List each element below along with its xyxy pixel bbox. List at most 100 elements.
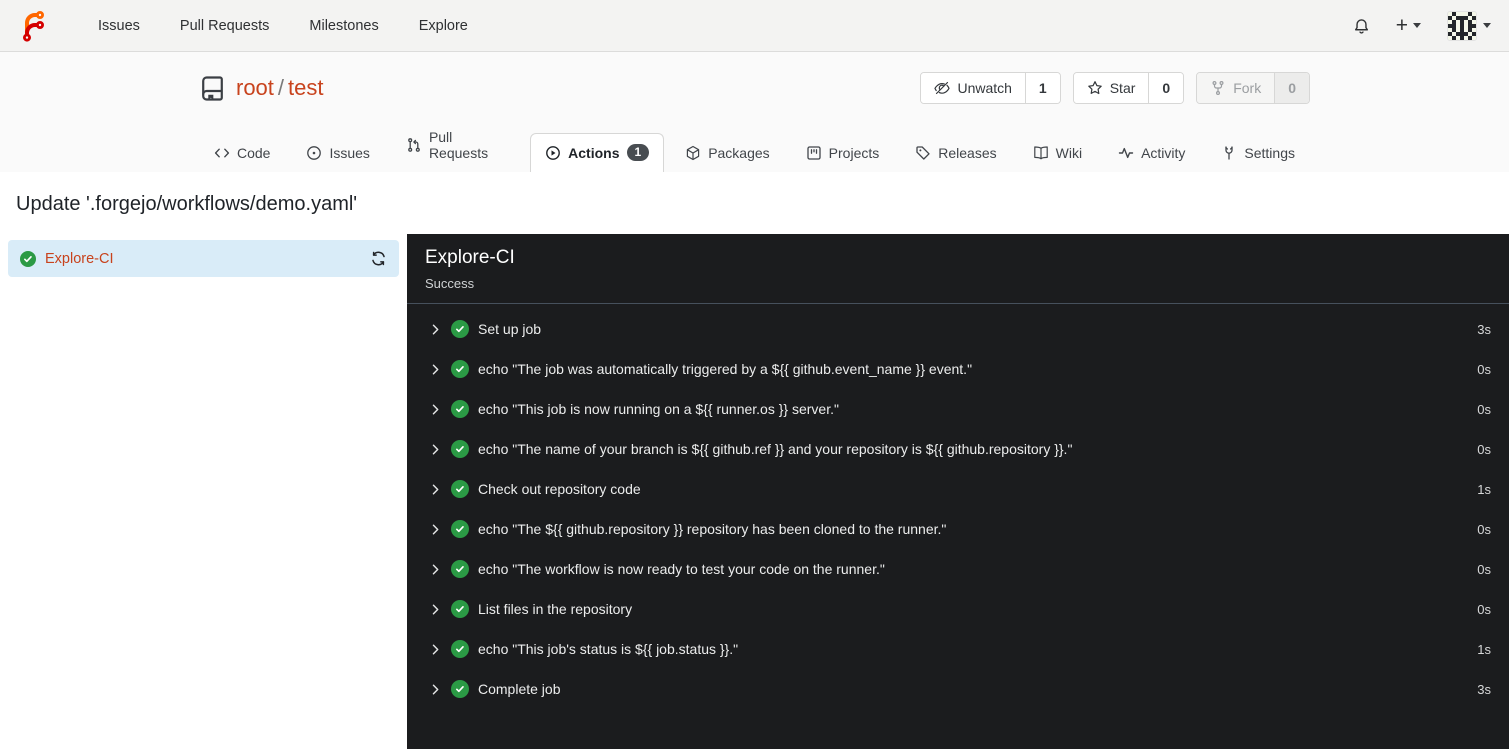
- repo-header: root / test Unwatch 1 Star 0 Fork 0 Code…: [0, 52, 1509, 172]
- nav-item-milestones[interactable]: Milestones: [289, 18, 398, 34]
- tag-icon: [915, 145, 931, 161]
- unwatch-button[interactable]: Unwatch: [921, 73, 1025, 103]
- job-step-row[interactable]: echo "The workflow is now ready to test …: [407, 549, 1509, 589]
- repo-breadcrumb: root / test: [236, 75, 324, 101]
- job-step-row[interactable]: Set up job 3s: [407, 309, 1509, 349]
- repo-owner-link[interactable]: root: [236, 75, 274, 100]
- chevron-right-icon[interactable]: [429, 683, 442, 696]
- tab-projects-label: Projects: [828, 145, 880, 161]
- star-button-group: Star 0: [1072, 72, 1185, 104]
- job-panel-title: Explore-CI: [425, 247, 515, 268]
- job-step-row[interactable]: List files in the repository 0s: [407, 589, 1509, 629]
- fork-button[interactable]: Fork: [1197, 73, 1275, 103]
- book-icon: [1033, 145, 1049, 161]
- sidebar-job-explore-ci[interactable]: Explore-CI: [8, 240, 399, 277]
- nav-item-pull-requests[interactable]: Pull Requests: [160, 18, 289, 34]
- chevron-right-icon[interactable]: [429, 323, 442, 336]
- repo-name-link[interactable]: test: [288, 75, 323, 100]
- nav-item-explore[interactable]: Explore: [399, 18, 488, 34]
- step-name-label: Set up job: [478, 321, 542, 337]
- tab-pull-requests-label: Pull Requests: [428, 129, 489, 161]
- step-name-label: echo "The workflow is now ready to test …: [478, 561, 885, 577]
- workflow-run-body: Explore-CI Explore-CI Success Set up job…: [0, 234, 1509, 749]
- plus-icon: +: [1395, 14, 1408, 37]
- tab-projects[interactable]: Projects: [791, 134, 895, 172]
- watchers-count[interactable]: 1: [1024, 73, 1060, 103]
- jobs-sidebar: Explore-CI: [0, 234, 407, 749]
- actions-count-badge: 1: [626, 144, 650, 161]
- tab-pull-requests[interactable]: Pull Requests: [391, 118, 524, 172]
- forgejo-logo-icon[interactable]: [18, 10, 50, 42]
- issue-icon: [306, 145, 322, 161]
- notifications-bell-icon[interactable]: [1353, 17, 1370, 34]
- code-icon: [214, 145, 230, 161]
- pulse-icon: [1118, 145, 1134, 161]
- chevron-right-icon[interactable]: [429, 523, 442, 536]
- step-success-check-icon: [451, 520, 469, 538]
- repo-action-buttons: Unwatch 1 Star 0 Fork 0: [920, 72, 1310, 104]
- tab-settings[interactable]: Settings: [1206, 134, 1310, 172]
- tab-code[interactable]: Code: [199, 134, 285, 172]
- chevron-right-icon[interactable]: [429, 443, 442, 456]
- tools-icon: [1221, 145, 1237, 161]
- job-step-row[interactable]: Check out repository code 1s: [407, 469, 1509, 509]
- watch-button-group: Unwatch 1: [920, 72, 1061, 104]
- chevron-right-icon[interactable]: [429, 643, 442, 656]
- fork-button-group: Fork 0: [1196, 72, 1310, 104]
- eye-slash-icon: [934, 80, 951, 96]
- job-step-row[interactable]: echo "The name of your branch is ${{ git…: [407, 429, 1509, 469]
- workflow-run-title: Update '.forgejo/workflows/demo.yaml': [0, 172, 1509, 234]
- forks-count[interactable]: 0: [1274, 73, 1309, 103]
- chevron-right-icon[interactable]: [429, 363, 442, 376]
- navbar-links: Issues Pull Requests Milestones Explore: [78, 18, 488, 34]
- create-new-dropdown[interactable]: +: [1396, 15, 1421, 36]
- job-step-row[interactable]: echo "The job was automatically triggere…: [407, 349, 1509, 389]
- step-duration: 3s: [1477, 681, 1491, 697]
- job-step-row[interactable]: echo "This job is now running on a ${{ r…: [407, 389, 1509, 429]
- chevron-right-icon[interactable]: [429, 403, 442, 416]
- step-duration: 1s: [1477, 641, 1491, 657]
- fork-label: Fork: [1233, 80, 1262, 96]
- tab-packages-label: Packages: [708, 145, 770, 161]
- chevron-right-icon[interactable]: [429, 483, 442, 496]
- step-success-check-icon: [451, 640, 469, 658]
- tab-activity[interactable]: Activity: [1103, 134, 1200, 172]
- star-button[interactable]: Star: [1073, 73, 1149, 103]
- rerun-sync-icon[interactable]: [370, 250, 387, 267]
- play-circle-icon: [545, 145, 561, 161]
- tab-actions[interactable]: Actions 1: [530, 133, 665, 172]
- tab-releases-label: Releases: [938, 145, 997, 161]
- stars-count[interactable]: 0: [1148, 73, 1184, 103]
- tab-wiki[interactable]: Wiki: [1018, 134, 1097, 172]
- tab-activity-label: Activity: [1141, 145, 1186, 161]
- user-menu-dropdown[interactable]: [1447, 10, 1491, 41]
- star-icon: [1087, 80, 1103, 96]
- job-steps-list: Set up job 3s echo "The job was automati…: [407, 304, 1509, 709]
- job-step-row[interactable]: echo "The ${{ github.repository }} repos…: [407, 509, 1509, 549]
- step-success-check-icon: [451, 480, 469, 498]
- nav-item-issues[interactable]: Issues: [78, 18, 160, 34]
- user-avatar: [1447, 10, 1477, 41]
- tab-code-label: Code: [237, 145, 271, 161]
- step-duration: 0s: [1477, 361, 1491, 377]
- step-success-check-icon: [451, 400, 469, 418]
- tab-packages[interactable]: Packages: [670, 134, 784, 172]
- tab-releases[interactable]: Releases: [900, 134, 1011, 172]
- pull-request-icon: [406, 137, 422, 153]
- tab-settings-label: Settings: [1244, 145, 1295, 161]
- chevron-right-icon[interactable]: [429, 603, 442, 616]
- repo-path-separator: /: [277, 75, 285, 100]
- step-duration: 0s: [1477, 561, 1491, 577]
- chevron-right-icon[interactable]: [429, 563, 442, 576]
- job-step-row[interactable]: echo "This job's status is ${{ job.statu…: [407, 629, 1509, 669]
- project-icon: [806, 145, 822, 161]
- chevron-down-icon: [1413, 23, 1421, 28]
- job-step-row[interactable]: Complete job 3s: [407, 669, 1509, 709]
- step-duration: 0s: [1477, 401, 1491, 417]
- job-name-label: Explore-CI: [45, 250, 114, 267]
- step-duration: 0s: [1477, 601, 1491, 617]
- tab-issues[interactable]: Issues: [291, 134, 384, 172]
- fork-icon: [1210, 80, 1226, 96]
- step-name-label: echo "This job's status is ${{ job.statu…: [478, 641, 739, 657]
- step-name-label: echo "The name of your branch is ${{ git…: [478, 441, 1073, 457]
